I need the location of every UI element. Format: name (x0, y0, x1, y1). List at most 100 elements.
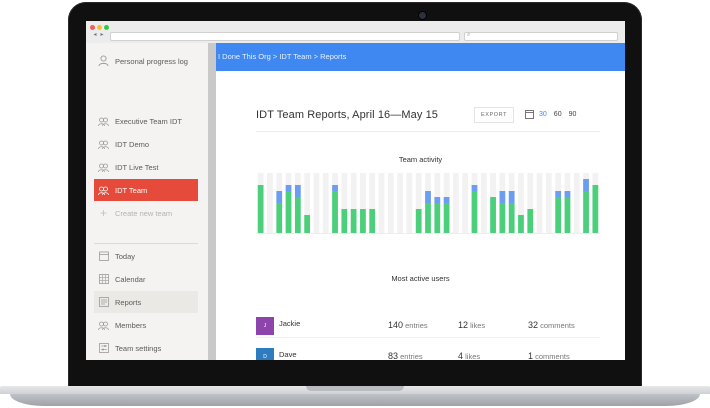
forward-icon[interactable]: ▸ (99, 32, 105, 39)
bar-entries[interactable] (257, 185, 264, 233)
bar-likes[interactable] (285, 185, 292, 191)
bar-entries[interactable] (508, 203, 515, 233)
sidebar-item-calendar[interactable]: Calendar (94, 268, 198, 290)
sidebar-item-idt-demo[interactable]: IDT Demo (94, 133, 198, 155)
entries-label: entries (400, 352, 423, 360)
bar-entries[interactable] (527, 209, 534, 233)
sidebar-item-idt-team[interactable]: IDT Team (94, 179, 198, 201)
bar-likes[interactable] (443, 197, 450, 203)
bar-track (536, 173, 543, 233)
bar-likes[interactable] (471, 185, 478, 191)
range-30-button[interactable]: 30 (539, 111, 547, 118)
bar-track (406, 173, 413, 233)
sidebar-item-today[interactable]: Today (94, 245, 198, 267)
bar-track (397, 173, 403, 233)
bar-entries[interactable] (490, 197, 496, 233)
bar-likes[interactable] (583, 179, 589, 191)
sidebar-item-personal-progress-log[interactable]: Personal progress log (94, 51, 198, 85)
bar-likes[interactable] (276, 191, 283, 203)
comments-stat: 1 comments (528, 351, 570, 360)
main-content: IDT Team Reports, April 16—May 15 EXPORT… (216, 71, 625, 360)
address-bar[interactable] (110, 32, 460, 41)
close-window-icon[interactable] (90, 25, 95, 30)
likes-count: 12 (458, 320, 469, 330)
entries-stat: 83 entries (388, 351, 423, 360)
sidebar-scrollbar[interactable] (208, 43, 216, 360)
bar-likes[interactable] (425, 191, 431, 203)
bar-entries[interactable] (518, 215, 524, 233)
likes-count: 4 (458, 351, 464, 360)
likes-stat: 4 likes (458, 351, 480, 360)
maximize-window-icon[interactable] (104, 25, 109, 30)
bar-entries[interactable] (443, 203, 450, 233)
bar-entries[interactable] (434, 203, 441, 233)
most-active-users-title: Most active users (391, 274, 450, 283)
bar-entries[interactable] (415, 209, 422, 233)
browser-search-bar[interactable]: ⌕ (464, 32, 618, 41)
bar-track (462, 173, 469, 233)
range-60-button[interactable]: 60 (554, 111, 562, 118)
bar-likes[interactable] (332, 185, 338, 191)
bar-entries[interactable] (294, 197, 301, 233)
bar-track (545, 173, 552, 233)
user-row-jackie[interactable]: J Jackie 140 entries 12 likes 32 comment… (256, 311, 600, 338)
sidebar-item-label: IDT Live Test (115, 162, 159, 172)
bar-entries[interactable] (304, 215, 311, 233)
breadcrumb[interactable]: I Done This Org > IDT Team > Reports (218, 52, 346, 61)
user-name: Jackie (279, 319, 301, 328)
person-icon (98, 55, 109, 66)
bar-entries[interactable] (360, 209, 366, 233)
sidebar-item-executive-team-idt[interactable]: Executive Team IDT (94, 110, 198, 132)
bar-entries[interactable] (276, 203, 283, 233)
sidebar: Personal progress log Executive Team IDT… (86, 43, 209, 360)
export-button[interactable]: EXPORT (474, 107, 514, 123)
sidebar-item-label: Executive Team IDT (115, 116, 182, 126)
bar-entries[interactable] (332, 191, 338, 233)
sidebar-item-label: IDT Team (115, 185, 148, 195)
bar-entries[interactable] (592, 185, 599, 233)
bar-likes[interactable] (294, 185, 301, 197)
comments-stat: 32 comments (528, 320, 575, 330)
likes-label: likes (465, 352, 481, 360)
bar-likes[interactable] (434, 197, 441, 203)
user-row-dave[interactable]: D Dave 83 entries 4 likes 1 comments (256, 342, 600, 360)
calendar-icon[interactable] (524, 109, 534, 119)
team-icon (98, 116, 109, 127)
sidebar-item-members[interactable]: Members (94, 314, 198, 336)
sidebar-item-label: Reports (115, 297, 142, 307)
entries-count: 140 (388, 320, 404, 330)
row-divider (256, 337, 600, 338)
bar-likes[interactable] (499, 191, 506, 203)
date-range-selector: 30 60 90 (524, 106, 594, 122)
sidebar-item-label: Team settings (115, 343, 162, 353)
bar-likes[interactable] (555, 191, 562, 197)
bar-entries[interactable] (369, 209, 376, 233)
back-icon[interactable]: ◂ (92, 32, 98, 39)
bar-entries[interactable] (285, 191, 292, 233)
bar-track (453, 173, 459, 233)
bar-entries[interactable] (350, 209, 357, 233)
bar-entries[interactable] (471, 191, 478, 233)
search-icon: ⌕ (467, 32, 471, 38)
avatar: D (256, 348, 274, 360)
sidebar-item-create-new-team[interactable]: + Create new team (94, 202, 198, 224)
sidebar-item-reports[interactable]: Reports (94, 291, 198, 313)
bar-likes[interactable] (508, 191, 515, 203)
sidebar-item-team-settings[interactable]: Team settings (94, 337, 198, 359)
range-90-button[interactable]: 90 (569, 111, 577, 118)
bar-entries[interactable] (499, 203, 506, 233)
sidebar-item-idt-live-test[interactable]: IDT Live Test (94, 156, 198, 178)
bar-entries[interactable] (564, 197, 571, 233)
bar-track (480, 173, 487, 233)
bar-entries[interactable] (341, 209, 348, 233)
bar-entries[interactable] (583, 191, 589, 233)
browser-chrome: ◂ ▸ ⌕ (86, 21, 625, 44)
laptop-base (0, 386, 710, 408)
today-icon (98, 251, 109, 262)
bar-likes[interactable] (564, 191, 571, 197)
sidebar-item-label: Calendar (115, 274, 146, 284)
bar-entries[interactable] (425, 203, 431, 233)
bar-entries[interactable] (555, 197, 562, 233)
base-notch (306, 386, 404, 391)
minimize-window-icon[interactable] (97, 25, 102, 30)
